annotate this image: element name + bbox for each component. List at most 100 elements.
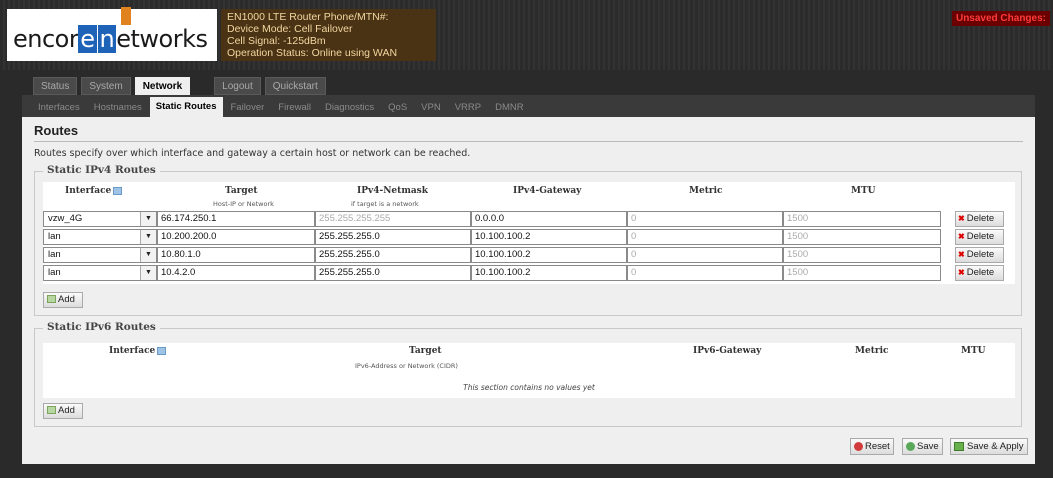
interface-value: lan [48,267,61,278]
target-input[interactable]: 10.4.2.0 [157,265,315,281]
device-status-panel: EN1000 LTE Router Phone/MTN#: Device Mod… [221,9,436,61]
col-header-metric: Metric [855,346,889,356]
metric-input[interactable]: 0 [627,265,783,281]
subtab-vrrp[interactable]: VRRP [449,99,487,117]
logo-part-e: e [78,25,97,53]
interface-value: lan [48,231,61,242]
target-input[interactable]: 10.80.1.0 [157,247,315,263]
col-header-label: Interface [65,186,112,196]
logo-part: etworks [116,25,208,53]
gateway-input[interactable]: 0.0.0.0 [471,211,627,227]
sub-nav: Interfaces Hostnames Static Routes Failo… [22,95,1035,117]
subtab-failover[interactable]: Failover [225,99,271,117]
delete-button[interactable]: ✖ Delete [955,247,1004,263]
tab-network[interactable]: Network [134,77,191,95]
tab-system[interactable]: System [81,77,131,95]
status-device: EN1000 LTE Router Phone/MTN#: [227,11,389,23]
interface-select[interactable]: vzw_4G ▼ [43,211,157,227]
tab-logout[interactable]: Logout [214,77,261,95]
subtab-static-routes[interactable]: Static Routes [149,97,223,117]
col-subheader-target: IPv6-Address or Network (CIDR) [355,362,458,370]
add-icon [47,406,56,415]
table-row: vzw_4G ▼ 66.174.250.1 255.255.255.255 0.0… [43,211,1015,227]
delete-icon: ✖ [958,232,965,241]
logo-part: encor [13,25,79,53]
interface-select[interactable]: lan ▼ [43,247,157,263]
interface-select[interactable]: lan ▼ [43,229,157,245]
page-description: Routes specify over which interface and … [34,148,471,159]
chevron-down-icon[interactable]: ▼ [140,248,156,262]
interface-select[interactable]: lan ▼ [43,265,157,281]
save-button[interactable]: Save [902,438,943,455]
add-ipv6-route-button[interactable]: Add [43,403,83,419]
logo-part-n: n [97,25,117,53]
table-row: lan ▼ 10.200.200.0 255.255.255.0 10.100.1… [43,229,1015,245]
mtu-input[interactable]: 1500 [783,265,941,281]
col-subheader-target: Host-IP or Network [213,200,274,208]
chevron-down-icon[interactable]: ▼ [140,212,156,226]
chevron-down-icon[interactable]: ▼ [140,266,156,280]
status-signal: Cell Signal: -125dBm [227,35,326,47]
col-header-label: Interface [109,346,156,356]
subtab-diagnostics[interactable]: Diagnostics [319,99,380,117]
delete-button[interactable]: ✖ Delete [955,265,1004,281]
subtab-hostnames[interactable]: Hostnames [88,99,148,117]
status-operation: Operation Status: Online using WAN [227,47,398,59]
mtu-input[interactable]: 1500 [783,247,941,263]
ipv6-routes-section: Static IPv6 Routes Interface Target IPv6… [34,321,1022,427]
metric-input[interactable]: 0 [627,247,783,263]
delete-label: Delete [966,249,995,260]
add-label: Add [58,405,75,416]
reset-button[interactable]: Reset [850,438,894,455]
save-icon [906,441,915,451]
gateway-input[interactable]: 10.100.100.2 [471,229,627,245]
target-input[interactable]: 10.200.200.0 [157,229,315,245]
subtab-dmnr[interactable]: DMNR [489,99,530,117]
col-header-mtu: MTU [961,346,986,356]
netmask-input[interactable]: 255.255.255.0 [315,247,471,263]
add-ipv4-route-button[interactable]: Add [43,292,83,308]
interface-value: lan [48,249,61,260]
delete-button[interactable]: ✖ Delete [955,229,1004,245]
empty-message: This section contains no values yet [463,383,595,392]
delete-label: Delete [966,231,995,242]
delete-button[interactable]: ✖ Delete [955,211,1004,227]
logo-text: encore networks [13,7,208,53]
chevron-down-icon[interactable]: ▼ [140,230,156,244]
gateway-input[interactable]: 10.100.100.2 [471,265,627,281]
sort-icon[interactable] [113,186,123,195]
sort-icon[interactable] [157,346,167,355]
save-apply-button[interactable]: Save & Apply [950,438,1028,455]
tab-quickstart[interactable]: Quickstart [264,77,326,95]
metric-input[interactable]: 0 [627,211,783,227]
main-nav: Status System Network Logout Quickstart [33,77,326,95]
netmask-input[interactable]: 255.255.255.0 [315,229,471,245]
save-apply-label: Save & Apply [967,441,1024,452]
reset-icon [854,441,863,451]
netmask-input[interactable]: 255.255.255.0 [315,265,471,281]
col-header-interface[interactable]: Interface [109,346,167,356]
delete-label: Delete [966,213,995,224]
delete-icon: ✖ [958,214,965,223]
table-row: lan ▼ 10.80.1.0 255.255.255.0 10.100.100.… [43,247,1015,263]
subtab-firewall[interactable]: Firewall [272,99,317,117]
gateway-input[interactable]: 10.100.100.2 [471,247,627,263]
brand-logo: encore networks [7,7,217,61]
mtu-input[interactable]: 1500 [783,211,941,227]
subtab-vpn[interactable]: VPN [415,99,447,117]
unsaved-changes-link[interactable]: Unsaved Changes: [951,11,1050,26]
ipv4-routes-table: Interface Target Host-IP or Network IPv4… [43,182,1015,284]
metric-input[interactable]: 0 [627,229,783,245]
mtu-input[interactable]: 1500 [783,229,941,245]
target-input[interactable]: 66.174.250.1 [157,211,315,227]
delete-icon: ✖ [958,250,965,259]
main-panel: Routes Routes specify over which interfa… [22,117,1035,464]
interface-value: vzw_4G [48,213,83,224]
subtab-qos[interactable]: QoS [382,99,413,117]
netmask-input[interactable]: 255.255.255.255 [315,211,471,227]
col-header-interface[interactable]: Interface [65,186,123,196]
tab-status[interactable]: Status [33,77,78,95]
status-mode: Device Mode: Cell Failover [227,23,353,35]
subtab-interfaces[interactable]: Interfaces [32,99,86,117]
col-header-gateway: IPv4-Gateway [513,186,582,196]
